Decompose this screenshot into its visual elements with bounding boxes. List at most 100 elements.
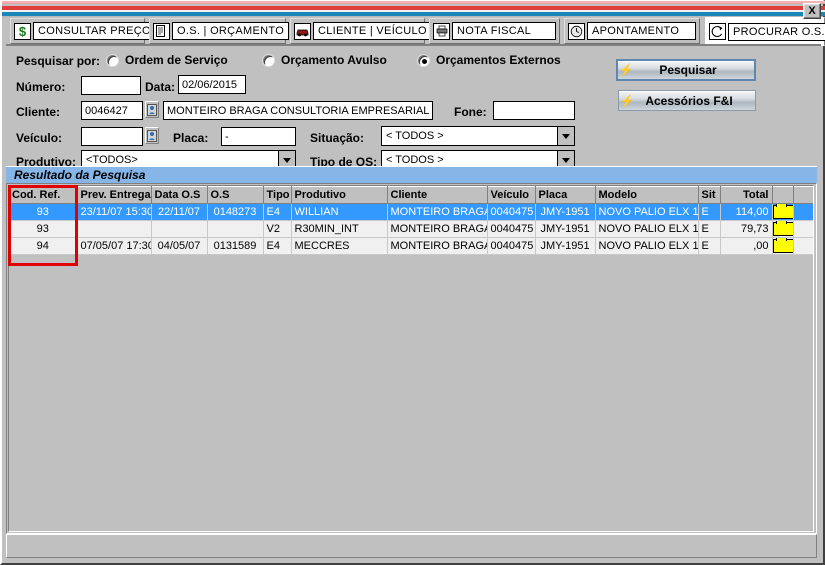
table-row[interactable]: 93 V2 R30MIN_INT MONTEIRO BRAGA C 004047…: [9, 220, 813, 238]
radio-orcamento-avulso[interactable]: Orçamento Avulso: [262, 53, 387, 67]
tab-label: O.S. | ORÇAMENTO: [177, 25, 285, 37]
cell-folder-action[interactable]: [772, 237, 794, 255]
situacao-value: < TODOS >: [386, 130, 444, 142]
cell-cod-ref: 93: [9, 203, 78, 221]
cell-spacer: [793, 203, 813, 221]
results-grid[interactable]: Cod. Ref. Prev. Entrega Data O.S O.S Tip…: [8, 185, 814, 532]
cell-produtivo: WILLIAN: [291, 203, 388, 221]
cliente-label: Cliente:: [16, 105, 61, 119]
radio-ordem-de-servico[interactable]: Ordem de Serviço: [106, 53, 228, 67]
status-bar: [6, 534, 817, 558]
column-header-prev-entrega[interactable]: Prev. Entrega: [77, 186, 152, 204]
column-header-os[interactable]: O.S: [207, 186, 264, 204]
table-row[interactable]: 93 23/11/07 15:30 22/11/07 0148273 E4 WI…: [9, 203, 813, 221]
cell-modelo: NOVO PALIO ELX 1: [595, 220, 699, 238]
radio-orcamentos-externos[interactable]: Orçamentos Externos: [417, 53, 561, 67]
cell-cliente: MONTEIRO BRAGA C: [387, 237, 488, 255]
tab-apontamento[interactable]: APONTAMENTO: [564, 18, 700, 44]
tab-procurar-os[interactable]: PROCURAR O.S.: [705, 17, 825, 46]
application-window: X $ CONSULTAR PREÇO O.S. | ORÇAMENTO CLI…: [0, 0, 825, 565]
radio-label: Orçamento Avulso: [281, 53, 387, 67]
placa-label: Placa:: [173, 131, 209, 145]
cell-spacer: [793, 237, 813, 255]
cell-cliente: MONTEIRO BRAGA C: [387, 203, 488, 221]
tab-nota-fiscal[interactable]: NOTA FISCAL: [429, 18, 560, 44]
search-by-label: Pesquisar por:: [16, 54, 101, 68]
column-header-modelo[interactable]: Modelo: [595, 186, 699, 204]
cell-modelo: NOVO PALIO ELX 1: [595, 237, 699, 255]
cliente-code-input[interactable]: 0046427: [81, 101, 143, 120]
cell-tipo: E4: [263, 237, 292, 255]
cell-os: 0131589: [207, 237, 264, 255]
dollar-icon: $: [14, 22, 31, 40]
data-input[interactable]: 02/06/2015: [178, 75, 246, 94]
bolt-icon: ⚡: [619, 93, 635, 108]
veiculo-label: Veículo:: [16, 131, 63, 145]
cell-produtivo: MECCRES: [291, 237, 388, 255]
cell-data-os: 22/11/07: [151, 203, 208, 221]
cell-modelo: NOVO PALIO ELX 1: [595, 203, 699, 221]
cell-prev-entrega: 07/05/07 17:30: [77, 237, 152, 255]
main-toolbar-tabs: $ CONSULTAR PREÇO O.S. | ORÇAMENTO CLIEN…: [6, 17, 825, 46]
folder-icon: [772, 237, 792, 253]
column-header-veiculo[interactable]: Veículo: [487, 186, 536, 204]
close-button[interactable]: X: [803, 3, 821, 19]
data-label: Data:: [145, 80, 176, 94]
placa-input[interactable]: -: [221, 127, 296, 146]
acessorios-label: Acessórios F&I: [645, 93, 733, 108]
cell-veiculo: 0040475: [487, 237, 536, 255]
radio-label: Orçamentos Externos: [436, 53, 561, 67]
tipo-os-value: < TODOS >: [386, 154, 444, 166]
cell-folder-action[interactable]: [772, 220, 794, 238]
table-header-row: Cod. Ref. Prev. Entrega Data O.S O.S Tip…: [9, 186, 813, 204]
pesquisar-button[interactable]: ⚡ Pesquisar: [616, 59, 756, 81]
tab-cliente-veiculo[interactable]: CLIENTE | VEÍCULO: [290, 18, 432, 44]
column-header-total[interactable]: Total: [720, 186, 773, 204]
radio-indicator: [262, 53, 275, 67]
cell-total: 79,73: [720, 220, 773, 238]
column-header-action-2[interactable]: [793, 186, 813, 204]
column-header-tipo[interactable]: Tipo: [263, 186, 292, 204]
column-header-cliente[interactable]: Cliente: [387, 186, 488, 204]
fone-input[interactable]: [493, 101, 575, 120]
radio-indicator: [417, 53, 430, 67]
cell-folder-action[interactable]: [772, 203, 794, 221]
document-icon: [153, 22, 170, 40]
column-header-produtivo[interactable]: Produtivo: [291, 186, 388, 204]
cell-produtivo: R30MIN_INT: [291, 220, 388, 238]
column-header-placa[interactable]: Placa: [535, 186, 596, 204]
veiculo-input[interactable]: [81, 127, 143, 146]
cell-cliente: MONTEIRO BRAGA C: [387, 220, 488, 238]
column-header-action-1[interactable]: [772, 186, 794, 204]
cell-total: 114,00: [720, 203, 773, 221]
fone-label: Fone:: [454, 105, 487, 119]
numero-input[interactable]: [81, 76, 141, 95]
bolt-icon: ⚡: [618, 63, 634, 77]
results-table: Cod. Ref. Prev. Entrega Data O.S O.S Tip…: [9, 186, 813, 255]
tab-label: CLIENTE | VEÍCULO: [318, 25, 427, 37]
folder-icon: [772, 203, 792, 219]
column-header-sit[interactable]: Sit: [698, 186, 721, 204]
cell-cod-ref: 93: [9, 220, 78, 238]
veiculo-lookup-button[interactable]: [145, 127, 159, 144]
tab-consultar-preco[interactable]: $ CONSULTAR PREÇO: [10, 18, 156, 44]
tab-os-orcamento[interactable]: O.S. | ORÇAMENTO: [149, 18, 290, 44]
cell-sit: E: [698, 220, 721, 238]
cell-veiculo: 0040475: [487, 220, 536, 238]
cell-placa: JMY-1951: [535, 237, 596, 255]
column-header-cod-ref[interactable]: Cod. Ref.: [9, 186, 78, 204]
cliente-lookup-button[interactable]: [145, 101, 159, 118]
situacao-select[interactable]: < TODOS >: [381, 126, 575, 146]
cell-data-os: [151, 220, 208, 238]
cell-tipo: E4: [263, 203, 292, 221]
cell-cod-ref: 94: [9, 237, 78, 255]
tab-label: PROCURAR O.S.: [733, 25, 825, 38]
chevron-down-icon[interactable]: [557, 127, 574, 145]
table-row[interactable]: 94 07/05/07 17:30 04/05/07 0131589 E4 ME…: [9, 237, 813, 255]
cell-prev-entrega: 23/11/07 15:30: [77, 203, 152, 221]
acessorios-fi-button[interactable]: ⚡ Acessórios F&I: [618, 90, 756, 111]
cell-prev-entrega: [77, 220, 152, 238]
produtivo-value: <TODOS>: [86, 154, 138, 166]
cliente-name-input[interactable]: MONTEIRO BRAGA CONSULTORIA EMPRESARIAL L…: [163, 101, 433, 120]
column-header-data-os[interactable]: Data O.S: [151, 186, 208, 204]
